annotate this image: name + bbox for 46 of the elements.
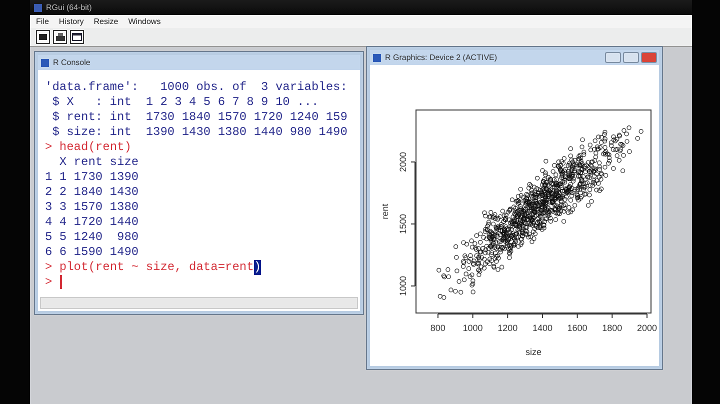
console-output: 3 3 1570 1380	[45, 200, 139, 215]
open-script-button[interactable]	[36, 30, 50, 44]
console-command: head(rent)	[59, 140, 132, 155]
minimize-button[interactable]	[605, 52, 621, 63]
x-tick-label: 800	[430, 323, 446, 333]
x-tick-label: 1600	[567, 323, 588, 333]
print-button[interactable]	[53, 30, 67, 44]
console-output: 6 6 1590 1490	[45, 245, 139, 260]
close-button[interactable]	[641, 52, 657, 63]
console-title: R Console	[53, 58, 90, 67]
prompt: >	[45, 260, 52, 275]
prompt: >	[45, 275, 52, 290]
maximize-button[interactable]	[623, 52, 639, 63]
menu-item[interactable]: History	[58, 17, 84, 26]
printer-icon	[56, 33, 64, 41]
x-tick-label: 2000	[636, 323, 657, 333]
window-icon	[72, 33, 82, 41]
menu-item[interactable]: Resize	[94, 17, 118, 26]
console-window-button[interactable]	[70, 30, 84, 44]
menu-item[interactable]: File	[36, 17, 49, 26]
selected-text: )	[254, 260, 262, 275]
graphics-title: R Graphics: Device 2 (ACTIVE)	[385, 53, 498, 62]
console-output: 2 2 1840 1430	[45, 185, 139, 200]
x-tick-label: 1200	[498, 323, 518, 333]
console-output: X rent size	[58, 155, 139, 170]
console-output: 4 4 1720 1440	[45, 215, 139, 230]
x-axis-label: size	[526, 347, 542, 357]
y-tick-label: 1500	[398, 214, 408, 234]
console-output: $ X : int 1 2 3 4 5 6 7 8 9 10 ...	[51, 95, 319, 110]
y-axis-label: rent	[380, 204, 390, 220]
console-output: 1 1 1730 1390	[45, 170, 139, 185]
window-title: RGui (64-bit)	[46, 3, 92, 12]
y-tick-label: 1000	[398, 276, 408, 296]
menu-item[interactable]: Windows	[128, 17, 161, 26]
console-output: 5 5 1240 980	[45, 230, 139, 245]
text-cursor	[60, 275, 62, 289]
x-tick-label: 1400	[532, 323, 552, 333]
console-output: $ size: int 1390 1430 1380 1440 980 1490	[51, 125, 348, 140]
x-tick-label: 1000	[462, 323, 483, 333]
x-tick-label: 1800	[602, 323, 622, 333]
console-output: $ rent: int 1730 1840 1570 1720 1240 159	[51, 110, 348, 125]
y-tick-label: 2000	[398, 152, 408, 172]
prompt: >	[45, 140, 52, 155]
console-output: 'data.frame': 1000 obs. of 3 variables:	[45, 80, 348, 95]
console-command: plot(rent ~ size, data=rent	[59, 260, 254, 275]
horizontal-scrollbar[interactable]	[40, 297, 358, 309]
